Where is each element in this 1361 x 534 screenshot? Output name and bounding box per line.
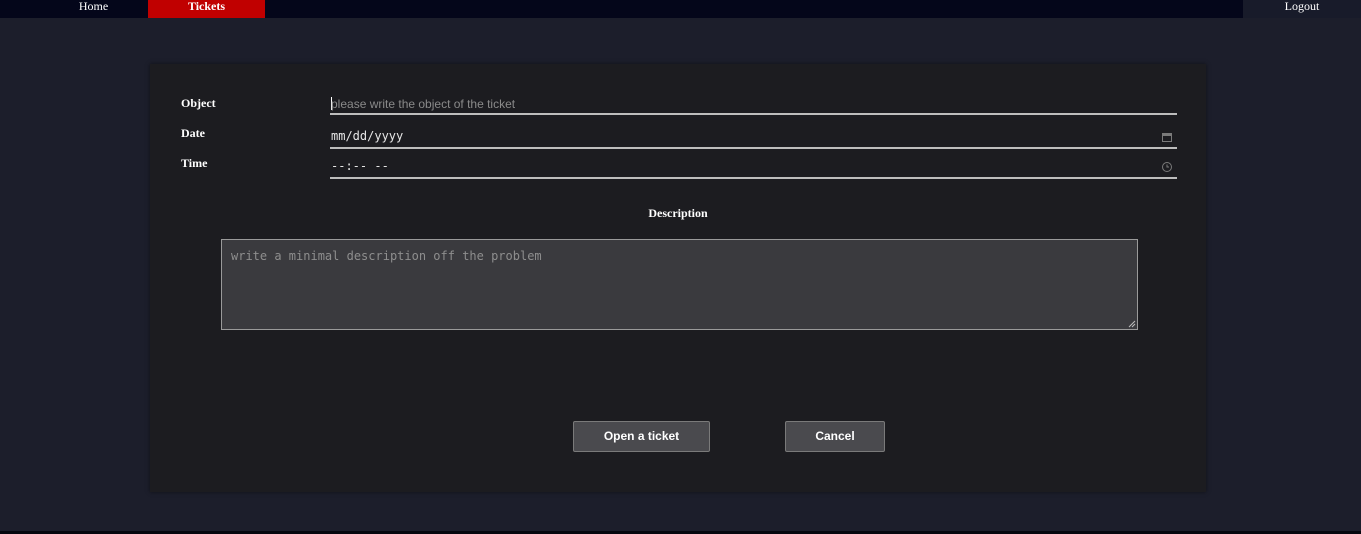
object-input[interactable]: please write the object of the ticket bbox=[330, 95, 1177, 115]
clock-icon[interactable] bbox=[1161, 161, 1173, 173]
time-input[interactable]: --:-- -- bbox=[330, 157, 1177, 179]
open-ticket-button[interactable]: Open a ticket bbox=[573, 421, 710, 452]
nav-logout-link[interactable]: Logout bbox=[1243, 0, 1361, 18]
time-label: Time bbox=[181, 156, 208, 170]
nav-tickets-link[interactable]: Tickets bbox=[148, 0, 265, 18]
date-input[interactable]: mm/dd/yyyy bbox=[330, 127, 1177, 149]
description-label: Description bbox=[648, 206, 708, 220]
ticket-form-card: Object please write the object of the ti… bbox=[150, 64, 1206, 492]
object-label: Object bbox=[181, 96, 216, 110]
calendar-icon[interactable] bbox=[1161, 131, 1173, 143]
date-value: mm/dd/yyyy bbox=[331, 129, 404, 143]
nav-home-link[interactable]: Home bbox=[39, 0, 148, 18]
resize-handle-icon[interactable] bbox=[1128, 320, 1136, 328]
description-textarea[interactable]: write a minimal description off the prob… bbox=[221, 239, 1138, 330]
cancel-button[interactable]: Cancel bbox=[785, 421, 885, 452]
date-label: Date bbox=[181, 126, 205, 140]
time-value: --:-- -- bbox=[331, 159, 389, 173]
object-placeholder: please write the object of the ticket bbox=[331, 97, 516, 111]
top-navbar: Home Tickets Logout bbox=[0, 0, 1361, 18]
description-placeholder: write a minimal description off the prob… bbox=[231, 249, 542, 263]
